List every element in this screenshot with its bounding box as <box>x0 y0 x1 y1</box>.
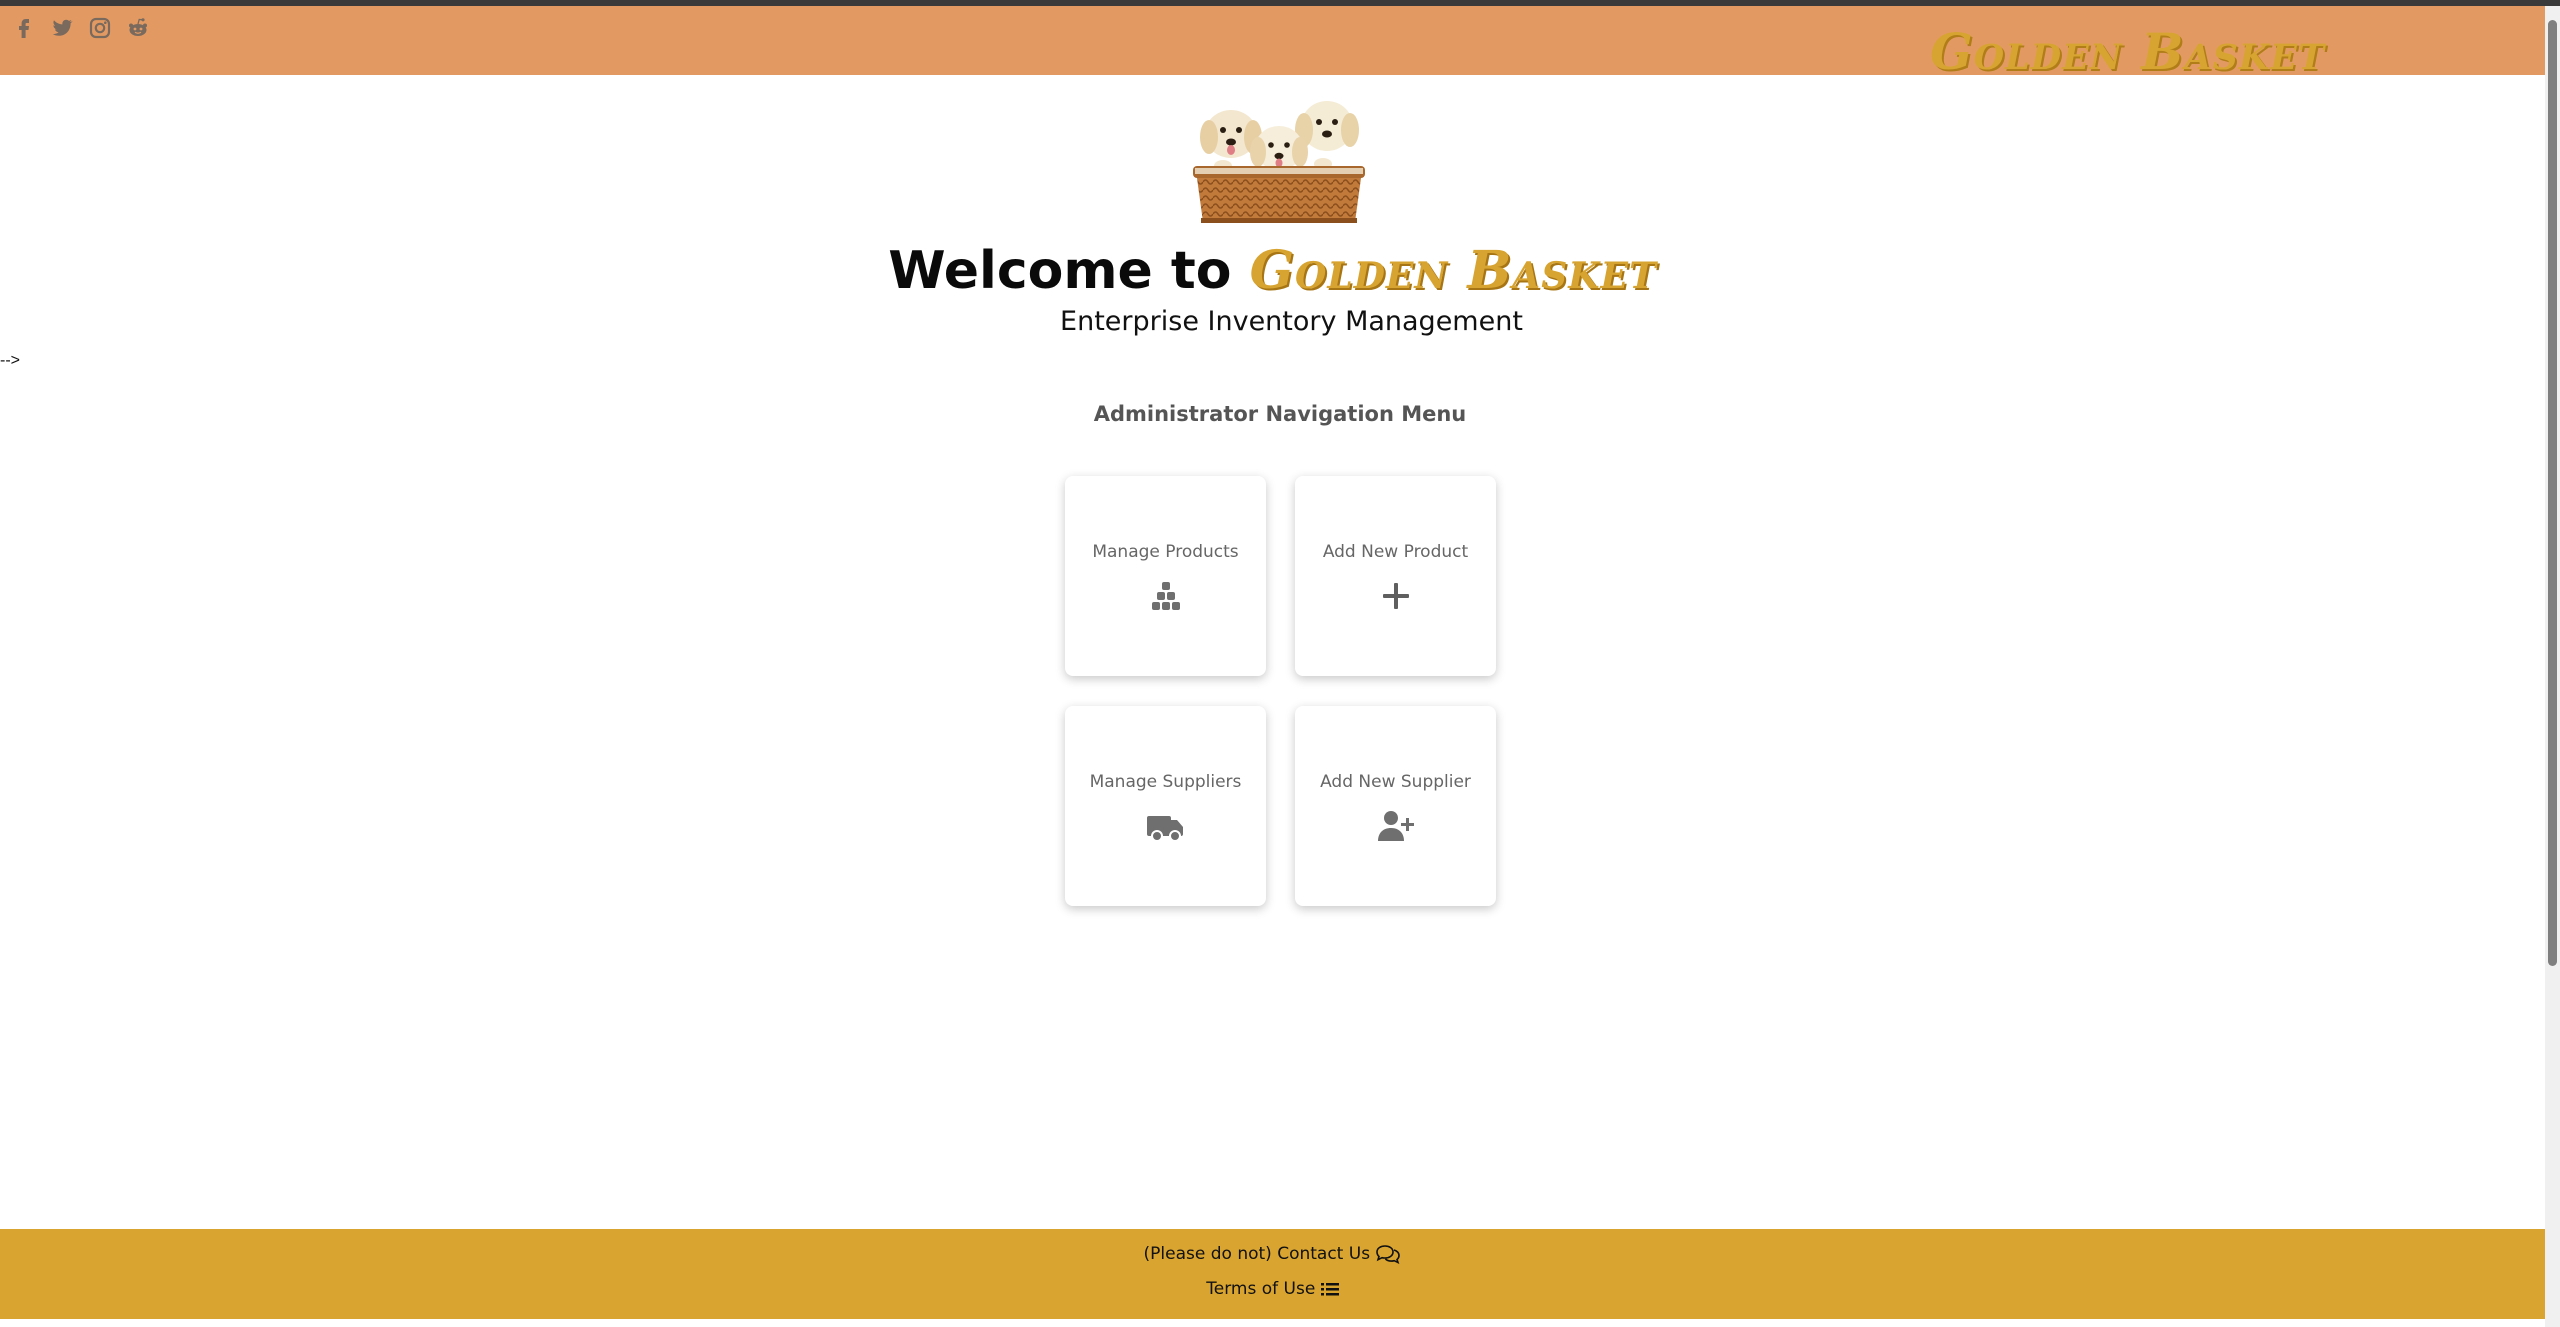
comments-icon <box>1376 1245 1401 1265</box>
manage-suppliers-card[interactable]: Manage Suppliers <box>1065 706 1266 906</box>
manage-products-card[interactable]: Manage Products <box>1065 476 1266 676</box>
twitter-icon[interactable] <box>50 16 74 40</box>
menu-title: Administrator Navigation Menu <box>1093 402 1467 426</box>
card-label: Add New Supplier <box>1320 772 1471 792</box>
social-links <box>12 16 150 40</box>
boxes-icon <box>1151 582 1180 610</box>
header-brand-logo[interactable]: Golden Basket <box>1930 22 2325 81</box>
site-header: Golden Basket <box>0 6 2545 81</box>
scrollbar-thumb[interactable] <box>2548 20 2557 966</box>
terms-label: Terms of Use <box>1206 1279 1316 1299</box>
add-new-supplier-card[interactable]: Add New Supplier <box>1295 706 1496 906</box>
list-icon <box>1320 1283 1339 1296</box>
user-plus-icon <box>1377 811 1414 841</box>
plus-icon <box>1382 583 1409 609</box>
site-footer: (Please do not) Contact Us Terms of Use <box>0 1229 2545 1319</box>
contact-us-label: (Please do not) Contact Us <box>1143 1244 1371 1264</box>
page-scrollbar[interactable] <box>2545 6 2560 1327</box>
card-label: Manage Products <box>1092 542 1239 562</box>
instagram-icon[interactable] <box>88 16 112 40</box>
terms-of-use-link[interactable]: Terms of Use <box>0 1279 2545 1299</box>
puppies-basket-logo <box>1193 101 1365 223</box>
page-subtitle: Enterprise Inventory Management <box>1060 306 1523 337</box>
add-new-product-card[interactable]: Add New Product <box>1295 476 1496 676</box>
welcome-brand: Golden Basket <box>1249 240 1657 301</box>
truck-icon <box>1146 816 1183 842</box>
reddit-icon[interactable] <box>126 16 150 40</box>
card-label: Manage Suppliers <box>1089 772 1242 792</box>
stray-comment-text: --> <box>0 352 20 369</box>
card-label: Add New Product <box>1322 542 1469 562</box>
welcome-prefix: Welcome to <box>888 241 1232 301</box>
contact-us-link[interactable]: (Please do not) Contact Us <box>0 1244 2545 1265</box>
facebook-icon[interactable] <box>12 16 36 40</box>
welcome-heading: Welcome to Golden Basket <box>0 240 2545 301</box>
